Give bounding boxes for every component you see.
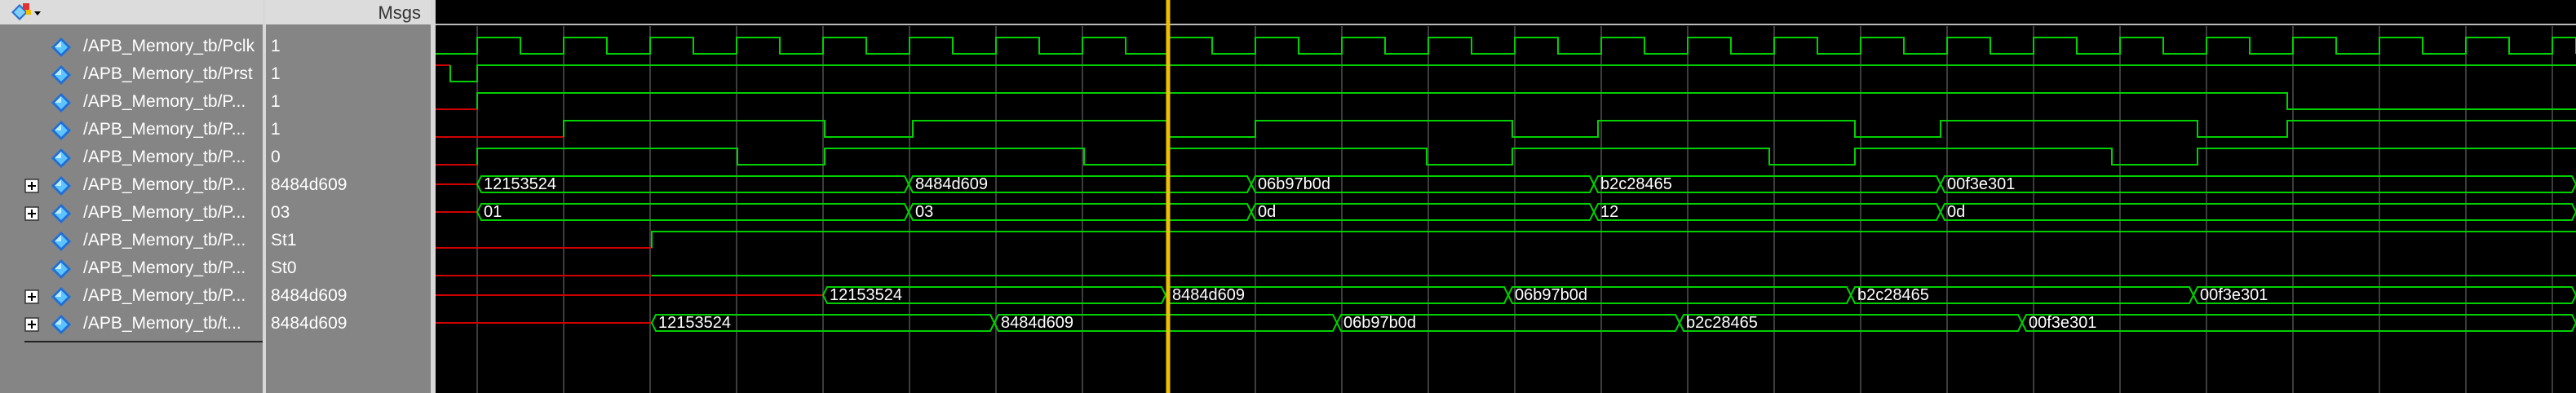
signal-name[interactable]: /APB_Memory_tb/Pclk <box>83 37 255 56</box>
signal-value: 8484d609 <box>271 314 347 333</box>
signal-value: 1 <box>271 64 281 83</box>
diamond-signal-icon <box>51 121 71 140</box>
signal-name[interactable]: /APB_Memory_tb/P... <box>83 231 246 250</box>
names-divider <box>24 341 263 342</box>
signal-value: 8484d609 <box>271 175 347 194</box>
diamond-signal-icon <box>51 315 71 334</box>
signal-value: 1 <box>271 92 281 111</box>
wave-bus-row6-label: 0d <box>1947 203 1965 221</box>
wave-bus-row10-label: 00f3e301 <box>2029 314 2096 332</box>
plus-box-icon[interactable] <box>24 317 39 332</box>
signal-value: 03 <box>271 203 290 222</box>
diamond-signal-icon <box>51 93 71 113</box>
diamond-signal-icon <box>51 38 71 57</box>
wave-bus-row9-label: 06b97b0d <box>1515 286 1587 304</box>
signal-value: 8484d609 <box>271 286 347 305</box>
wave-header <box>436 0 2576 24</box>
wave-bus-row10-label: b2c28465 <box>1686 314 1758 332</box>
signal-name[interactable]: /APB_Memory_tb/Prst <box>83 64 253 84</box>
wave-bus-row5-label: 8484d609 <box>915 175 988 193</box>
signal-value: 1 <box>271 120 281 139</box>
wave-bus-row9-label: 00f3e301 <box>2200 286 2268 304</box>
wave-bus-row9-label: b2c28465 <box>1857 286 1929 304</box>
diamond-signal-icon <box>51 204 71 223</box>
wave-background <box>436 0 2576 393</box>
diamond-signal-icon <box>51 65 71 85</box>
diamond-signal-icon <box>51 232 71 251</box>
values-header: Msgs <box>266 0 431 24</box>
plus-box-icon[interactable] <box>24 179 39 193</box>
wave-bus-row10-label: 06b97b0d <box>1343 314 1416 332</box>
signal-name[interactable]: /APB_Memory_tb/P... <box>83 120 246 139</box>
signal-values-panel: Msgs 1 1 1 1 0 8484d609 03 St1 St0 8484d609 8484d6… <box>266 0 431 393</box>
wave-tool-icon[interactable] <box>11 2 44 23</box>
wave-bus-row9-label: 12153524 <box>830 286 902 304</box>
diamond-signal-icon <box>51 259 71 279</box>
wave-bus-row5-label: 06b97b0d <box>1258 175 1330 193</box>
msgs-label: Msgs <box>378 2 421 23</box>
plus-box-icon[interactable] <box>24 289 39 304</box>
signal-name[interactable]: /APB_Memory_tb/P... <box>83 258 246 278</box>
wave-bus-row10-label: 12153524 <box>658 314 731 332</box>
diamond-signal-icon <box>51 148 71 168</box>
signal-names-panel: /APB_Memory_tb/Pclk/APB_Memory_tb/Prst/A… <box>0 0 263 393</box>
wave-bus-row6-label: 01 <box>484 203 502 221</box>
wave-bus-row6-label: 12 <box>1600 203 1618 221</box>
diamond-signal-icon <box>51 287 71 307</box>
signal-name[interactable]: /APB_Memory_tb/P... <box>83 175 246 195</box>
plus-box-icon[interactable] <box>24 206 39 221</box>
diamond-signal-icon <box>51 176 71 196</box>
signal-name[interactable]: /APB_Memory_tb/t... <box>83 314 241 333</box>
wave-bus-row9-label: 8484d609 <box>1172 286 1245 304</box>
signal-value: 1 <box>271 37 281 55</box>
wave-bus-row5-label: 00f3e301 <box>1947 175 2015 193</box>
wave-bus-row10-label: 8484d609 <box>1001 314 1073 332</box>
signal-name[interactable]: /APB_Memory_tb/P... <box>83 92 246 112</box>
signal-name[interactable]: /APB_Memory_tb/P... <box>83 286 246 306</box>
names-header <box>0 0 263 24</box>
wave-bus-row6-label: 03 <box>915 203 933 221</box>
signal-value: St1 <box>271 231 297 249</box>
signal-name[interactable]: /APB_Memory_tb/P... <box>83 148 246 167</box>
waveform-canvas[interactable]: 12153524 8484d609 06b97b0d b2c28465 00f3e301… <box>436 0 2576 393</box>
wave-bus-row5-label: b2c28465 <box>1600 175 1672 193</box>
signal-name[interactable]: /APB_Memory_tb/P... <box>83 203 246 223</box>
signal-value: 0 <box>271 148 281 166</box>
wave-bus-row6-label: 0d <box>1258 203 1276 221</box>
signal-value: St0 <box>271 258 297 277</box>
wave-bus-row5-label: 12153524 <box>484 175 556 193</box>
